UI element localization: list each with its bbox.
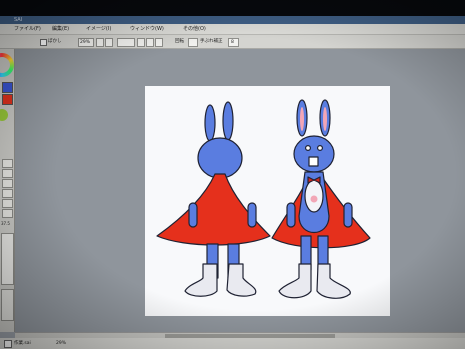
eraser-tool-button[interactable] [2,179,13,188]
color-indicator[interactable] [0,109,8,121]
zoom-out-button[interactable] [96,38,104,47]
rotate-reset-button[interactable] [155,38,163,47]
menu-bar: ファイル(F) 編集(E) イメージ(I) ウィンドウ(W) その他(O) [0,24,465,35]
flip-button[interactable] [188,38,198,47]
front-left-eye [305,144,312,151]
bunny-back-view [156,101,271,297]
front-left-arm [286,202,296,228]
brush-tool-button[interactable] [2,169,13,178]
zoom-in-button[interactable] [105,38,113,47]
front-right-boot [316,263,351,299]
marker-tool-button[interactable] [2,189,13,198]
back-right-boot [226,263,257,297]
stabilizer-label: 手ぶれ補正 [200,39,223,44]
menu-file[interactable]: ファイル(F) [14,24,41,34]
left-tool-panel: 37.5 [0,49,15,332]
front-left-boot [278,263,312,299]
front-right-eye [317,144,324,151]
front-right-arm [343,202,353,228]
front-right-inner-ear [323,107,327,131]
bunny-front-view [271,99,371,299]
select-tool-button[interactable] [2,209,13,218]
file-name[interactable]: 作業.sai [14,338,31,349]
file-icon [4,340,12,348]
menu-other[interactable]: その他(O) [183,24,206,34]
menu-window[interactable]: ウィンドウ(W) [130,24,164,34]
front-head [293,135,335,173]
drawing-canvas[interactable] [145,86,390,316]
option-label: ぼかし [48,39,62,44]
status-zoom: 29% [56,341,67,346]
stabilizer-value: 8 [231,40,234,45]
title-bar: SAI [0,16,465,24]
menu-image[interactable]: イメージ(I) [86,24,111,34]
pen-tool-button[interactable] [2,159,13,168]
rotate-left-button[interactable] [137,38,145,47]
fill-tool-button[interactable] [2,199,13,208]
window-title: SAI [14,17,23,23]
layer-panel[interactable] [1,289,14,321]
front-teeth [308,156,319,167]
zoom-field[interactable]: 29% [78,38,94,47]
rotate-field[interactable] [117,38,135,47]
front-paw-mark [310,195,318,203]
back-left-boot [184,263,218,297]
brush-size-list[interactable] [1,233,14,285]
brush-size-value: 37.5 [1,221,10,226]
secondary-color-swatch[interactable] [2,94,13,105]
back-right-arm [247,202,257,228]
artwork [156,99,371,299]
back-right-ear [222,101,234,141]
monitor-bezel [0,0,465,16]
status-bar: 作業.sai 29% [0,338,465,349]
rotate-label: 回転 [175,39,184,44]
option-checkbox[interactable] [40,39,47,46]
menu-edit[interactable]: 編集(E) [52,24,69,34]
canvas-workspace [15,49,465,332]
app-window: SAI ファイル(F) 編集(E) イメージ(I) ウィンドウ(W) その他(O… [0,16,465,349]
front-left-inner-ear [300,107,304,131]
rotate-right-button[interactable] [146,38,154,47]
back-left-arm [188,202,198,228]
zoom-value: 29% [80,40,91,45]
tool-options-bar: ぼかし 29% 回転 手ぶれ補正 8 [0,35,465,49]
back-head [197,137,243,179]
primary-color-swatch[interactable] [2,82,13,93]
back-left-ear [204,104,216,142]
stabilizer-select[interactable]: 8 [228,38,239,47]
